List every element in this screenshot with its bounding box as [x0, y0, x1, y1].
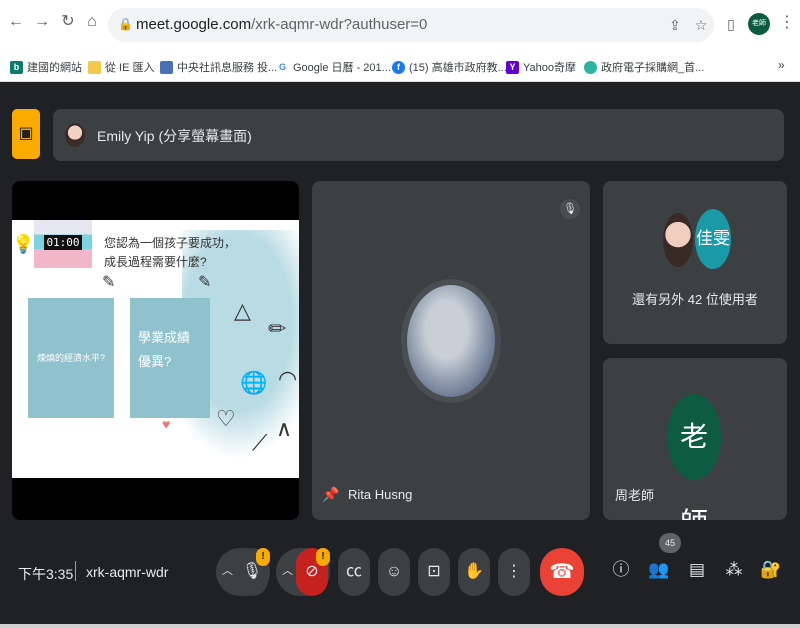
bookmark-item[interactable]: 中央社訊息服務 投... — [160, 59, 277, 75]
kebab-menu-icon[interactable]: ⋮ — [779, 12, 795, 32]
chat-icon[interactable]: ▤ — [684, 557, 710, 583]
bookmark-label: Yahoo奇摩 — [523, 62, 576, 74]
taskbar-edge — [0, 624, 800, 628]
timer-text: 01:00 — [44, 235, 82, 250]
people-icon[interactable]: 👥 — [646, 557, 672, 583]
bookmarks-more-icon[interactable]: » — [778, 58, 785, 72]
meeting-code: xrk-aqmr-wdr — [86, 564, 169, 580]
triangle-ruler-icon: △ — [234, 298, 251, 323]
url-host: meet.google.com — [136, 16, 252, 33]
home-icon[interactable]: ⌂ — [82, 12, 102, 32]
more-options-icon[interactable]: ⋮ — [498, 548, 530, 596]
bookmark-item[interactable]: f (15) 高雄市政府教... — [392, 59, 507, 75]
warning-badge: ! — [256, 548, 270, 566]
chevron-up-icon[interactable]: ︿ — [282, 562, 293, 578]
mic-off-icon: 🎙 — [560, 199, 580, 219]
warning-badge: ! — [316, 548, 330, 566]
pin-doodle-icon: ✎ — [102, 274, 116, 291]
presenter-bar[interactable]: Emily Yip (分享螢幕畫面) — [53, 109, 784, 161]
presenter-label: Emily Yip (分享螢幕畫面) — [97, 128, 252, 144]
meeting-time: 下午3:35 — [18, 566, 74, 582]
sidebar-toggle-icon[interactable]: ▯ — [722, 15, 740, 33]
gov-icon — [584, 60, 597, 74]
meet-stage: ▣ Emily Yip (分享螢幕畫面) 💡 01:00 您認為一個孩子要成功，… — [0, 82, 800, 628]
teacher-tile[interactable]: 老師 周老師 — [603, 358, 787, 520]
present-icon[interactable]: ⊡ — [418, 548, 450, 596]
participant-video — [407, 285, 495, 397]
url-path: /xrk-aqmr-wdr?authuser=0 — [251, 16, 428, 33]
slide-card: 煉燒的經濟水平? — [28, 298, 114, 418]
screen-share-tile[interactable]: 💡 01:00 您認為一個孩子要成功，成長過程需要什麼? ✎ ✎ 煉燒的經濟水平… — [12, 181, 299, 520]
address-bar[interactable]: 🔒 meet.google.com/xrk-aqmr-wdr?authuser=… — [108, 8, 714, 42]
forward-arrow-icon[interactable]: → — [32, 12, 52, 32]
activities-icon[interactable]: ⁂ — [721, 557, 747, 583]
info-icon[interactable]: ⓘ — [608, 557, 634, 583]
lock-icon: 🔒 — [118, 17, 133, 31]
bookmark-label: Google 日曆 - 201... — [293, 62, 391, 74]
page-icon — [160, 60, 173, 74]
lightbulb-icon: 💡 — [12, 234, 35, 254]
others-tile[interactable]: 佳雯 還有另外 42 位使用者 — [603, 181, 787, 344]
url-text: meet.google.com/xrk-aqmr-wdr?authuser=0 — [136, 16, 427, 33]
timer-graphic: 01:00 — [34, 220, 92, 268]
pencil-icon: ✏ — [268, 316, 287, 341]
star-icon[interactable]: ☆ — [692, 16, 710, 34]
people-count-badge: 45 — [659, 533, 681, 553]
presentation-icon[interactable]: ▣ — [12, 109, 40, 159]
bookmark-label: 建國的網站 — [27, 62, 82, 74]
yahoo-icon: Y — [506, 60, 519, 74]
ruler-icon: ⟋ — [252, 430, 268, 455]
facebook-icon: f — [392, 60, 405, 74]
end-call-icon[interactable]: ☎ — [540, 548, 584, 596]
avatar — [661, 211, 695, 269]
share-icon[interactable]: ⇪ — [666, 16, 684, 34]
slide-card: 學業成績優異? — [130, 298, 210, 418]
folder-icon — [88, 60, 101, 74]
bookmark-item[interactable]: b 建國的網站 — [10, 59, 82, 75]
bookmark-item[interactable]: G Google 日曆 - 201... — [276, 59, 391, 75]
back-arrow-icon[interactable]: ← — [6, 12, 26, 32]
presenter-avatar — [65, 123, 85, 147]
bookmark-item[interactable]: 政府電子採購網_首... — [584, 59, 704, 75]
bing-icon: b — [10, 60, 23, 74]
avatar: 老師 — [667, 394, 721, 520]
bookmark-label: (15) 高雄市政府教... — [409, 62, 507, 74]
reload-icon[interactable]: ↻ — [58, 12, 78, 32]
chevron-up-icon[interactable]: ︿ — [222, 562, 233, 578]
heart-icon: ♥ — [162, 416, 171, 432]
shared-slide: 💡 01:00 您認為一個孩子要成功，成長過程需要什麼? ✎ ✎ 煉燒的經濟水平… — [12, 220, 299, 478]
browser-toolbar: ← → ↻ ⌂ 🔒 meet.google.com/xrk-aqmr-wdr?a… — [0, 0, 800, 52]
teacher-name: 周老師 — [615, 488, 655, 503]
bookmark-item[interactable]: 從 IE 匯入 — [88, 59, 155, 75]
raise-hand-icon[interactable]: ✋ — [458, 548, 490, 596]
slide-question: 您認為一個孩子要成功，成長過程需要什麼? — [104, 236, 237, 269]
protractor-icon: ◠ — [278, 366, 298, 391]
bookmark-label: 中央社訊息服務 投... — [177, 62, 278, 74]
google-icon: G — [276, 60, 289, 74]
bookmark-label: 從 IE 匯入 — [105, 62, 155, 74]
heart-doodle-icon: ♡ — [216, 406, 236, 431]
avatar: 佳雯 — [695, 209, 731, 269]
bookmarks-bar: b 建國的網站 從 IE 匯入 中央社訊息服務 投... G Google 日曆 -… — [0, 52, 800, 82]
participant-tile[interactable]: 🎙 📌 Rita Husng — [312, 181, 590, 520]
divider — [75, 561, 76, 581]
globe-icon: 🌐 — [240, 370, 268, 395]
pin-doodle-icon: ✎ — [198, 274, 212, 291]
pin-icon[interactable]: 📌 — [322, 486, 339, 503]
bookmark-label: 政府電子採購網_首... — [601, 62, 705, 74]
participant-name: Rita Husng — [348, 487, 413, 502]
bookmark-item[interactable]: Y Yahoo奇摩 — [506, 59, 576, 75]
captions-icon[interactable]: ㏄ — [338, 548, 370, 596]
emoji-icon[interactable]: ☺ — [378, 548, 410, 596]
others-count-label: 還有另外 42 位使用者 — [632, 292, 758, 307]
host-controls-icon[interactable]: 🔐 — [758, 557, 784, 583]
profile-avatar[interactable]: 老師 — [748, 13, 770, 35]
compass-icon: ∧ — [276, 416, 293, 441]
